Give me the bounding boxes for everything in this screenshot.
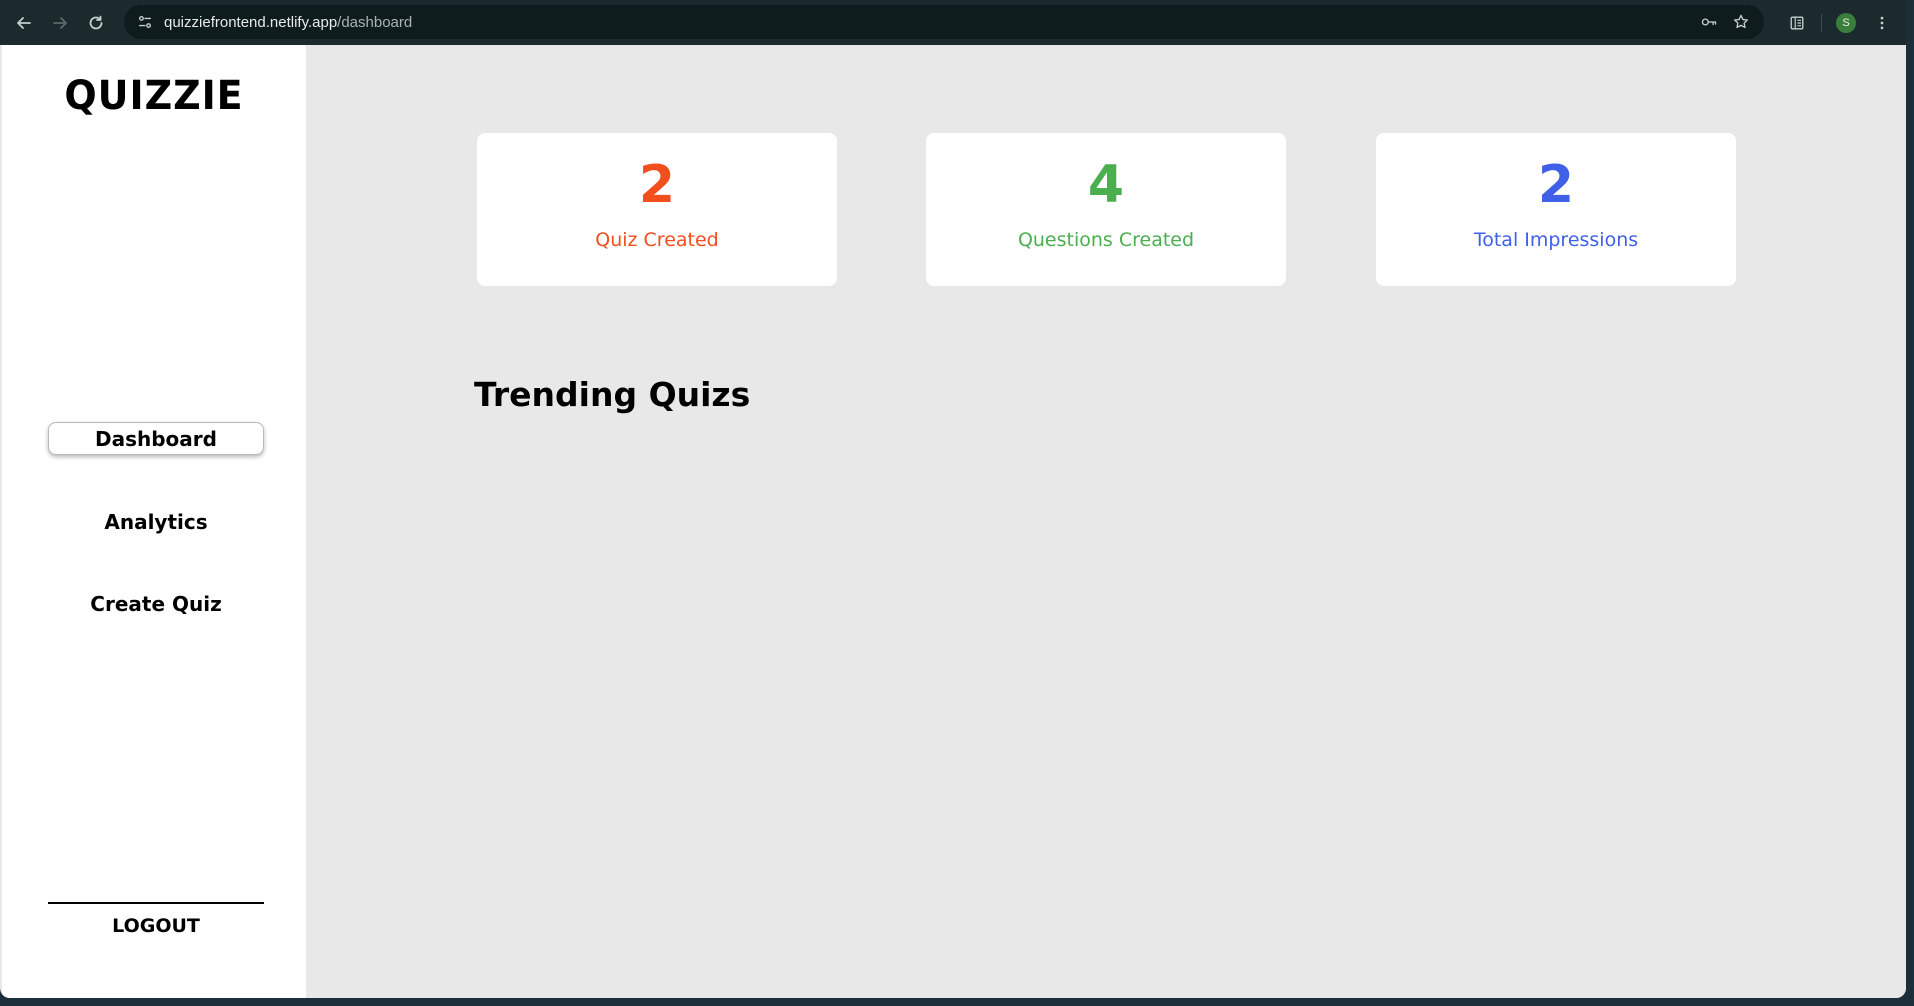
profile-button[interactable]: S (1828, 5, 1864, 41)
browser-toolbar: quizziefrontend.netlify.app/dashboard S (0, 0, 1906, 45)
sidebar: QUIZZIE Dashboard Analytics Create Quiz … (2, 45, 306, 998)
profile-avatar: S (1836, 12, 1856, 33)
sidebar-item-dashboard[interactable]: Dashboard (48, 422, 264, 455)
stat-card-total-impressions: 2 Total Impressions (1376, 133, 1736, 286)
url-text: quizziefrontend.netlify.app/dashboard (164, 14, 412, 31)
stat-label: Total Impressions (1473, 229, 1639, 251)
toolbar-separator (1821, 13, 1822, 32)
trending-quizzes-title: Trending Quizs (474, 375, 751, 414)
stat-value: 4 (1087, 155, 1125, 215)
logout-button[interactable]: LOGOUT (48, 911, 264, 941)
sidebar-item-create-quiz[interactable]: Create Quiz (48, 587, 264, 620)
bookmark-star-icon[interactable] (1730, 11, 1752, 33)
back-icon[interactable] (6, 5, 42, 41)
browser-window: quizziefrontend.netlify.app/dashboard S (0, 0, 1906, 998)
url-host: quizziefrontend.netlify.app (164, 13, 338, 31)
forward-icon[interactable] (42, 5, 78, 41)
app-logo: QUIZZIE (64, 73, 244, 119)
stat-value: 2 (1537, 155, 1575, 215)
stat-label: Quiz Created (595, 229, 719, 251)
site-settings-icon[interactable] (130, 7, 160, 37)
stat-value: 2 (638, 155, 676, 215)
stat-label: Questions Created (1017, 229, 1195, 251)
reload-icon[interactable] (78, 5, 114, 41)
kebab-menu-icon[interactable] (1864, 5, 1900, 41)
logout-divider (48, 902, 264, 904)
stat-card-quiz-created: 2 Quiz Created (477, 133, 837, 286)
url-path: /dashboard (337, 13, 413, 31)
password-key-icon[interactable] (1698, 11, 1720, 33)
address-bar[interactable]: quizziefrontend.netlify.app/dashboard (124, 5, 1764, 39)
stat-card-questions-created: 4 Questions Created (926, 133, 1286, 286)
reading-list-icon[interactable] (1779, 5, 1815, 41)
main-content: 2 Quiz Created 4 Questions Created 2 Tot… (306, 45, 1906, 998)
sidebar-item-analytics[interactable]: Analytics (48, 505, 264, 538)
